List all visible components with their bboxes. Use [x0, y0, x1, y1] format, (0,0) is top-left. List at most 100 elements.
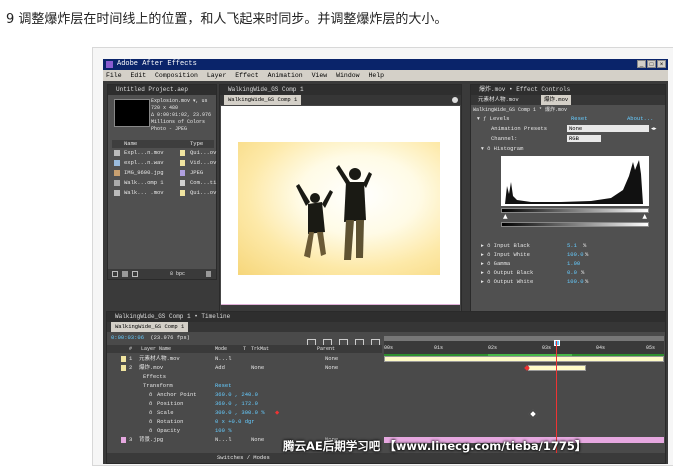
effects-label: Effects: [143, 373, 167, 380]
comp-frame-image[interactable]: [238, 142, 440, 275]
col-layer-name[interactable]: Layer Name: [141, 345, 171, 353]
new-folder-icon[interactable]: [122, 271, 128, 277]
comp-tab[interactable]: WalkingWide_GS Comp 1: [224, 95, 302, 105]
stopwatch-icon[interactable]: ō: [487, 242, 494, 249]
white-point-handle[interactable]: ▲: [642, 214, 647, 220]
menu-composition[interactable]: Composition: [155, 72, 198, 79]
menu-window[interactable]: Window: [336, 72, 359, 79]
keyframe-nav-icon[interactable]: ◆: [275, 409, 279, 417]
input-white-value[interactable]: 100.0: [567, 250, 584, 259]
transform-reset[interactable]: Reset: [215, 382, 232, 390]
new-comp-icon[interactable]: [132, 271, 138, 277]
bpc-label[interactable]: 8 bpc: [170, 270, 185, 278]
black-point-handle[interactable]: ▲: [503, 214, 508, 220]
preset-arrow-icons[interactable]: ◂▸: [651, 125, 657, 133]
level-inputs: ▸ ō Input Black 5.1 % ▸ ō Input White 10…: [481, 241, 661, 286]
stopwatch-icon[interactable]: ō: [149, 391, 152, 399]
layer-name[interactable]: 元素材人物.mov: [139, 355, 180, 363]
menu-view[interactable]: View: [312, 72, 328, 79]
audio-icon: [114, 160, 120, 166]
layer-name[interactable]: 背景.jpg: [139, 436, 163, 444]
close-button[interactable]: ×: [657, 60, 666, 68]
rotation-value[interactable]: 0 x +0.0 dgr: [215, 418, 255, 426]
histogram-display[interactable]: [501, 156, 649, 206]
layer-mode-dropdown[interactable]: N...l: [215, 436, 232, 444]
input-black-value[interactable]: 5.1: [567, 241, 577, 250]
stopwatch-icon[interactable]: ō: [487, 251, 494, 258]
col-name[interactable]: Name: [124, 140, 137, 148]
menu-effect[interactable]: Effect: [235, 72, 258, 79]
layer-name[interactable]: 爆炸.mov: [139, 364, 163, 372]
project-item[interactable]: expl...n.wav Vid...ov: [112, 159, 216, 167]
stopwatch-icon[interactable]: ō: [149, 409, 152, 417]
presets-dropdown[interactable]: None: [567, 125, 649, 132]
project-item[interactable]: Walk...omp 1 Com...ti: [112, 179, 216, 187]
gamma-value[interactable]: 1.00: [567, 259, 580, 268]
stopwatch-icon[interactable]: ō: [487, 269, 494, 276]
col-num[interactable]: #: [129, 345, 132, 353]
layer-mode-dropdown[interactable]: Add: [215, 364, 225, 372]
menu-layer[interactable]: Layer: [207, 72, 227, 79]
layer-mode-dropdown[interactable]: N...l: [215, 355, 232, 363]
comp-canvas: [221, 106, 460, 304]
layer-1-duration-bar[interactable]: [384, 356, 664, 362]
layer-2-duration-bar[interactable]: [528, 365, 586, 371]
position-value[interactable]: 360.0 , 172.0: [215, 400, 258, 408]
effect-tab-explosion[interactable]: 爆炸.mov: [541, 95, 572, 105]
output-white-value[interactable]: 100.0: [567, 277, 584, 286]
project-item[interactable]: Walk... .mov Qui...ov: [112, 189, 217, 197]
panel-menu-icon[interactable]: [452, 97, 458, 103]
current-timecode[interactable]: 0:00:03:06: [111, 334, 144, 341]
layer-trkmat-dropdown[interactable]: None: [251, 364, 264, 372]
layer-row[interactable]: 2 爆炸.mov Add None None: [107, 364, 382, 372]
timeline-tab[interactable]: WalkingWide_GS Comp 1: [111, 322, 189, 332]
anchor-point-value[interactable]: 360.0 , 240.0: [215, 391, 258, 399]
menu-edit[interactable]: Edit: [131, 72, 147, 79]
project-item[interactable]: Expl...n.mov Qui...ov: [112, 149, 216, 157]
col-parent[interactable]: Parent: [317, 345, 335, 353]
effect-tab-person[interactable]: 元素材人物.mov: [475, 95, 522, 105]
trash-icon[interactable]: [206, 271, 211, 277]
stopwatch-icon[interactable]: ō: [487, 278, 494, 285]
layer-parent-dropdown[interactable]: None: [325, 364, 338, 372]
output-white-row: ▸ ō Output White 100.0 %: [481, 277, 661, 286]
interpret-footage-icon[interactable]: [112, 271, 118, 277]
levels-about[interactable]: About...: [627, 115, 653, 123]
stopwatch-icon[interactable]: ō: [149, 427, 152, 435]
maximize-button[interactable]: □: [647, 60, 656, 68]
layer-parent-dropdown[interactable]: None: [325, 355, 338, 363]
transform-group-row[interactable]: Transform Reset: [107, 382, 382, 390]
col-t[interactable]: T: [243, 345, 246, 353]
effects-group-row[interactable]: Effects: [107, 373, 382, 381]
time-ruler[interactable]: 00s 01s 02s 03s 04s 05s: [384, 336, 664, 354]
stopwatch-icon[interactable]: ō: [487, 145, 494, 152]
col-type[interactable]: Type: [190, 140, 203, 148]
minimize-button[interactable]: _: [637, 60, 646, 68]
output-black-value[interactable]: 0.0: [567, 268, 577, 277]
channel-dropdown[interactable]: RGB: [567, 135, 601, 142]
stopwatch-icon[interactable]: ō: [149, 418, 152, 426]
col-mode[interactable]: Mode: [215, 345, 227, 353]
scale-value[interactable]: 300.0 , 300.0 %: [215, 409, 265, 417]
image-icon: [114, 170, 120, 176]
item-type: Qui...ov: [190, 189, 217, 196]
layer-trkmat-dropdown[interactable]: None: [251, 436, 264, 444]
menu-help[interactable]: Help: [368, 72, 384, 79]
stopwatch-icon[interactable]: ō: [149, 400, 152, 408]
playhead-handle[interactable]: [554, 340, 560, 346]
col-trkmat[interactable]: TrkMat: [251, 345, 269, 353]
menu-file[interactable]: File: [106, 72, 122, 79]
opacity-value[interactable]: 100 %: [215, 427, 232, 435]
timecode-display[interactable]: 0:00:03:06 (23.976 fps): [111, 334, 190, 342]
layer-row[interactable]: 1 元素材人物.mov N...l None: [107, 355, 382, 363]
stopwatch-icon[interactable]: ō: [487, 260, 494, 267]
input-sliders[interactable]: ▲ ▲: [501, 214, 649, 220]
levels-reset[interactable]: Reset: [571, 115, 588, 123]
menu-animation[interactable]: Animation: [268, 72, 303, 79]
unit-label: %: [585, 278, 589, 285]
switches-modes-toggle[interactable]: Switches / Modes: [217, 453, 270, 463]
work-area-bar[interactable]: [384, 336, 664, 341]
project-item[interactable]: IMG_9600.jpg JPEG: [112, 169, 214, 177]
scale-keyframe[interactable]: [528, 409, 538, 419]
item-name: Walk...omp 1: [124, 179, 164, 186]
